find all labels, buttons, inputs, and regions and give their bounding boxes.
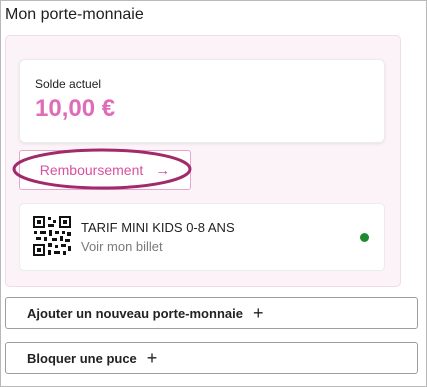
ticket-card[interactable]: TARIF MINI KIDS 0-8 ANS Voir mon billet <box>19 203 385 271</box>
plus-icon: + <box>252 303 264 323</box>
block-chip-button[interactable]: Bloquer une puce + <box>5 342 418 374</box>
arrow-right-icon: → <box>155 161 171 179</box>
block-chip-label: Bloquer une puce <box>27 350 137 366</box>
page-title: Mon porte-monnaie <box>5 6 144 23</box>
balance-card: Solde actuel 10,00 € <box>19 59 385 143</box>
balance-label: Solde actuel <box>35 77 102 91</box>
add-wallet-button[interactable]: Ajouter un nouveau porte-monnaie + <box>5 297 418 329</box>
plus-icon: + <box>146 348 158 368</box>
refund-button[interactable]: Remboursement → <box>19 150 191 190</box>
balance-amount: 10,00 € <box>35 95 116 122</box>
ticket-title: TARIF MINI KIDS 0-8 ANS <box>81 220 235 235</box>
add-wallet-label: Ajouter un nouveau porte-monnaie <box>27 305 243 321</box>
view-ticket-link[interactable]: Voir mon billet <box>81 239 163 254</box>
refund-label: Remboursement <box>39 162 144 178</box>
status-dot <box>360 233 369 242</box>
qr-code-icon <box>32 215 72 257</box>
